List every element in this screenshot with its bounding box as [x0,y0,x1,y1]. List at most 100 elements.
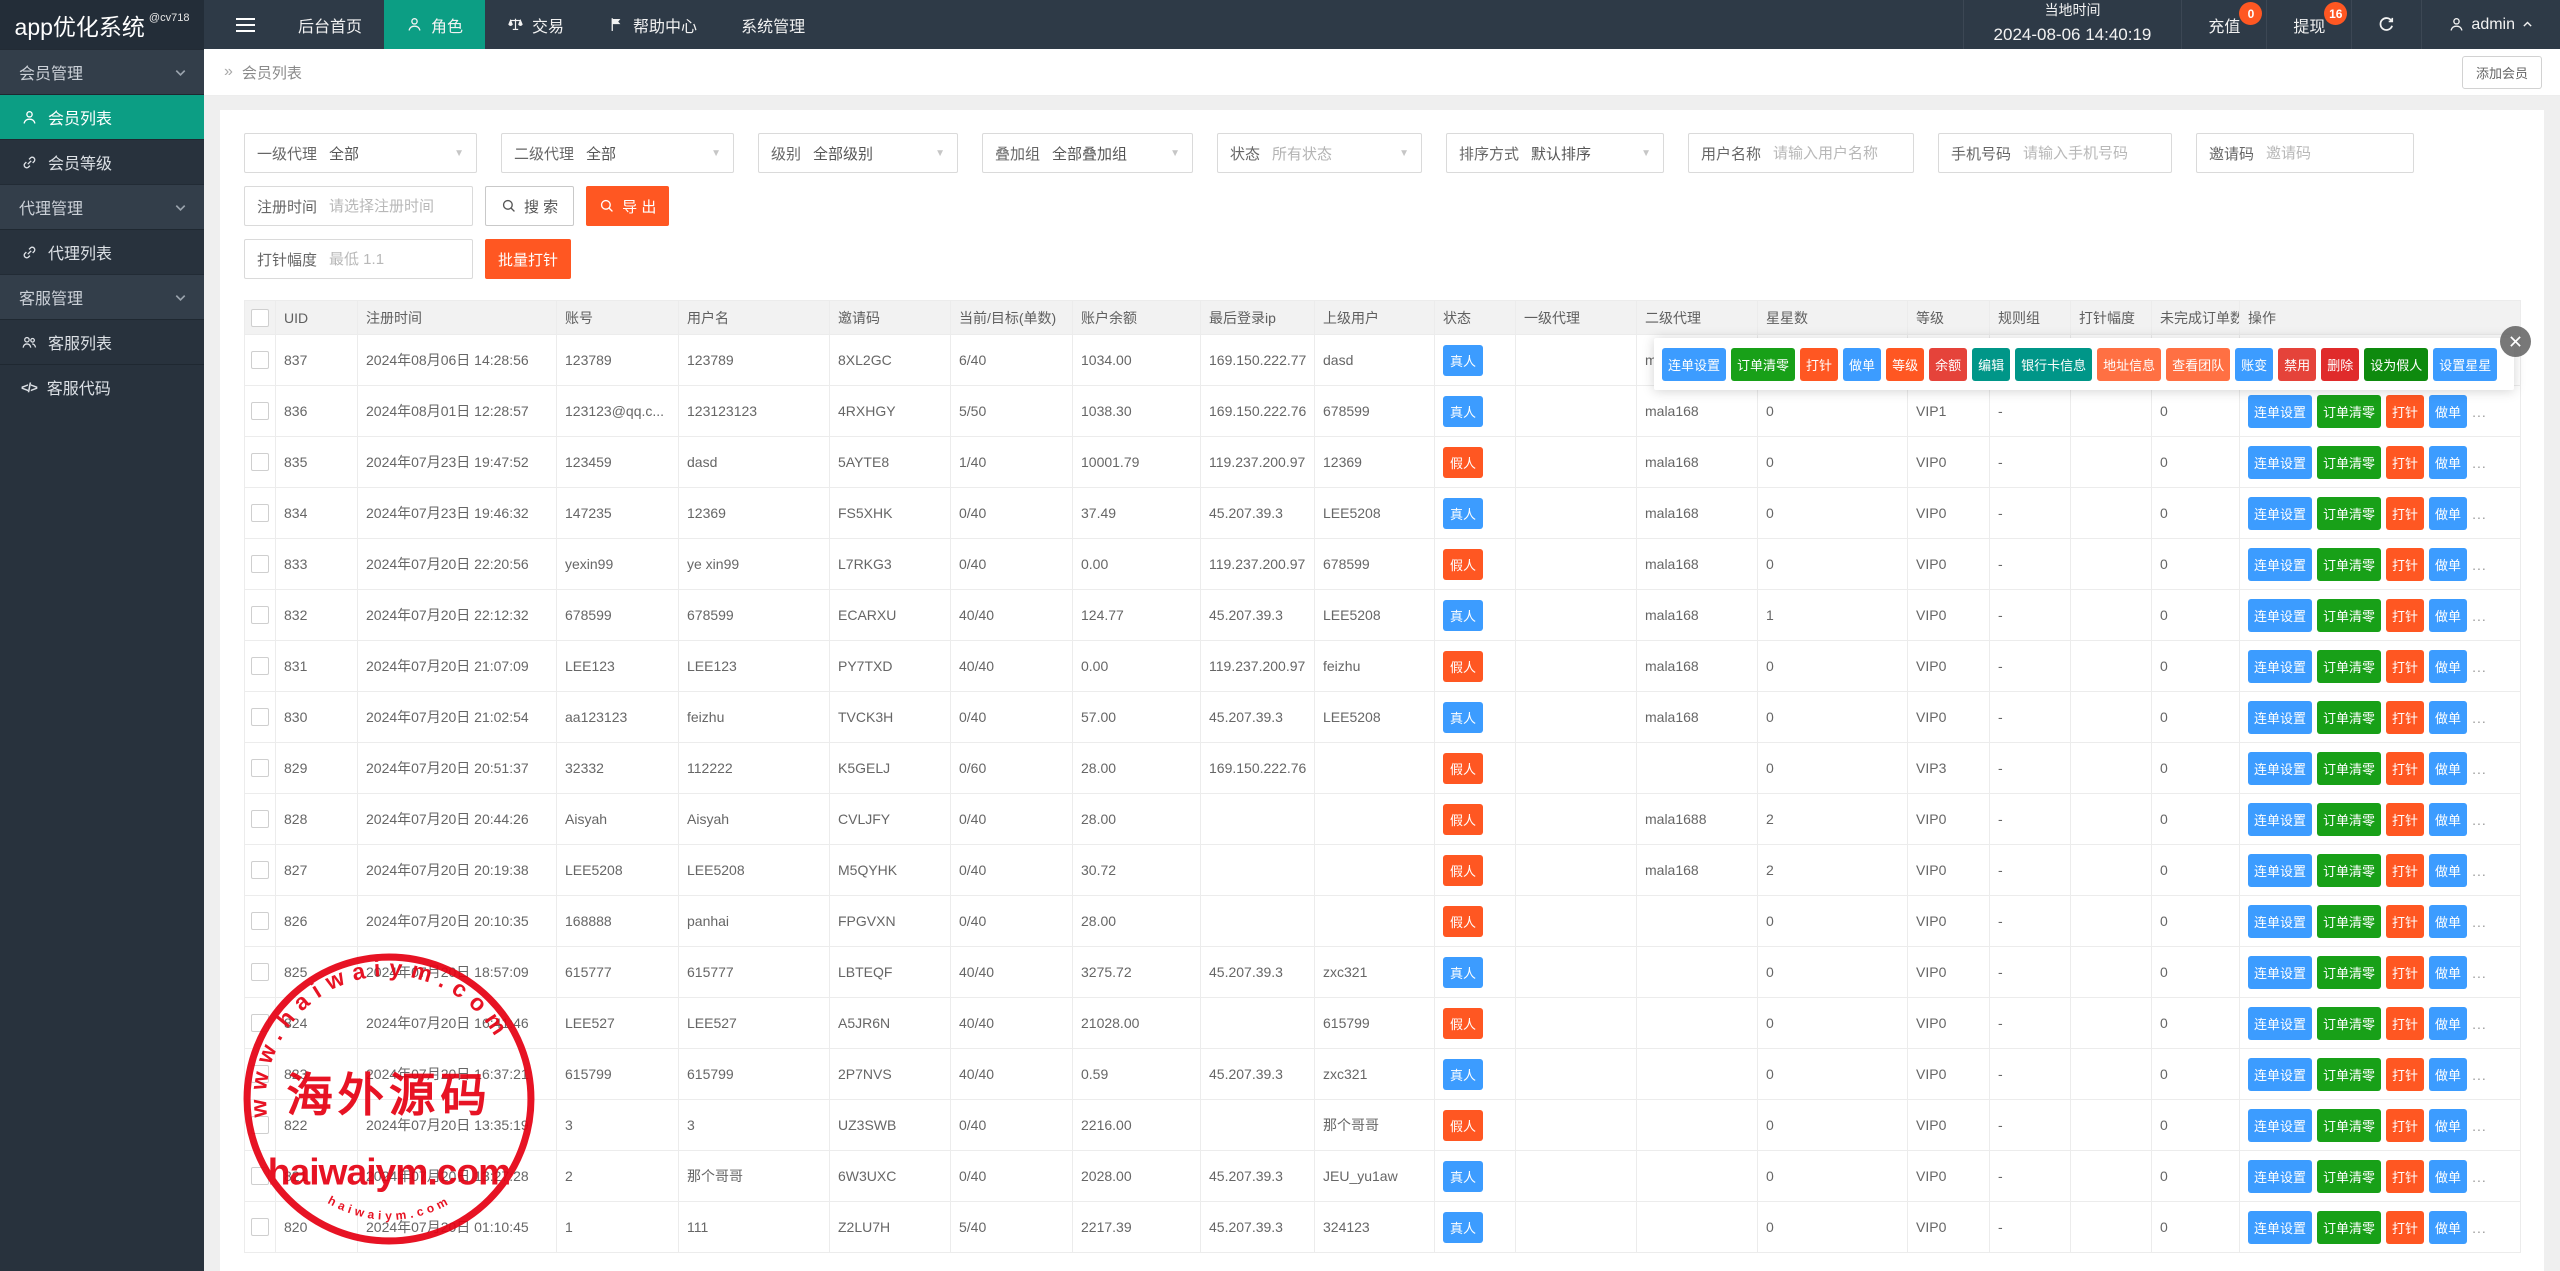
nav-item-home[interactable]: 后台首页 [276,0,384,49]
filter-select-5[interactable]: 状态所有状态▼ [1217,133,1422,173]
more-actions-button[interactable]: ... [2472,812,2487,828]
more-actions-button[interactable]: ... [2472,761,2487,777]
more-actions-button[interactable]: ... [2472,1220,2487,1236]
row-checkbox[interactable] [251,402,269,420]
action-button-4[interactable]: 做单 [2429,1007,2467,1040]
popup-action-button-4[interactable]: 做单 [1843,348,1881,381]
popup-action-button-1[interactable]: 连单设置 [1662,348,1726,381]
action-button-4[interactable]: 做单 [2429,1109,2467,1142]
action-button-4[interactable]: 做单 [2429,1058,2467,1091]
more-actions-button[interactable]: ... [2472,404,2487,420]
menu-toggle-icon[interactable] [220,0,270,49]
nav-item-help[interactable]: 帮助中心 [586,0,719,49]
popup-action-button-3[interactable]: 打针 [1800,348,1838,381]
action-button-1[interactable]: 连单设置 [2248,395,2312,428]
sidebar-group-agents[interactable]: 代理管理 [0,184,204,229]
popup-action-button-10[interactable]: 查看团队 [2166,348,2230,381]
search-button[interactable]: 搜 索 [485,186,574,226]
action-button-3[interactable]: 打针 [2386,446,2424,479]
action-button-1[interactable]: 连单设置 [2248,854,2312,887]
action-button-4[interactable]: 做单 [2429,1211,2467,1244]
action-button-1[interactable]: 连单设置 [2248,497,2312,530]
popup-action-button-12[interactable]: 禁用 [2278,348,2316,381]
action-button-1[interactable]: 连单设置 [2248,548,2312,581]
row-checkbox[interactable] [251,1014,269,1032]
popup-close-button[interactable] [2500,326,2531,357]
row-checkbox[interactable] [251,759,269,777]
popup-action-button-13[interactable]: 删除 [2321,348,2359,381]
row-checkbox[interactable] [251,555,269,573]
popup-action-button-9[interactable]: 地址信息 [2097,348,2161,381]
action-button-2[interactable]: 订单清零 [2317,599,2381,632]
needle-range-input[interactable] [329,251,460,268]
action-button-2[interactable]: 订单清零 [2317,497,2381,530]
popup-action-button-5[interactable]: 等级 [1886,348,1924,381]
row-checkbox[interactable] [251,1218,269,1236]
action-button-3[interactable]: 打针 [2386,752,2424,785]
action-button-4[interactable]: 做单 [2429,497,2467,530]
sidebar-item-service-code[interactable]: </> 客服代码 [0,364,204,409]
nav-item-system[interactable]: 系统管理 [719,0,827,49]
refresh-button[interactable] [2351,0,2421,49]
action-button-2[interactable]: 订单清零 [2317,1058,2381,1091]
action-button-2[interactable]: 订单清零 [2317,1160,2381,1193]
action-button-4[interactable]: 做单 [2429,548,2467,581]
more-actions-button[interactable]: ... [2472,863,2487,879]
export-button[interactable]: 导 出 [586,186,669,226]
filter-select-3[interactable]: 级别全部级别▼ [758,133,958,173]
popup-action-button-11[interactable]: 账变 [2235,348,2273,381]
action-button-2[interactable]: 订单清零 [2317,956,2381,989]
row-checkbox[interactable] [251,453,269,471]
row-checkbox[interactable] [251,708,269,726]
action-button-4[interactable]: 做单 [2429,854,2467,887]
more-actions-button[interactable]: ... [2472,1118,2487,1134]
popup-action-button-6[interactable]: 余额 [1929,348,1967,381]
more-actions-button[interactable]: ... [2472,506,2487,522]
select-all-checkbox[interactable] [251,309,269,327]
action-button-1[interactable]: 连单设置 [2248,956,2312,989]
row-checkbox[interactable] [251,963,269,981]
app-logo[interactable]: app优化系统@cv718 [0,0,204,49]
sidebar-group-members[interactable]: 会员管理 [0,49,204,94]
action-button-1[interactable]: 连单设置 [2248,1007,2312,1040]
filter-select-1[interactable]: 一级代理全部▼ [244,133,477,173]
action-button-4[interactable]: 做单 [2429,956,2467,989]
action-button-3[interactable]: 打针 [2386,956,2424,989]
action-button-4[interactable]: 做单 [2429,650,2467,683]
popup-action-button-7[interactable]: 编辑 [1972,348,2010,381]
needle-range-field[interactable]: 打针幅度 [244,239,473,279]
action-button-1[interactable]: 连单设置 [2248,905,2312,938]
action-button-2[interactable]: 订单清零 [2317,803,2381,836]
more-actions-button[interactable]: ... [2472,1067,2487,1083]
filter-select-4[interactable]: 叠加组全部叠加组▼ [982,133,1193,173]
row-checkbox[interactable] [251,504,269,522]
row-checkbox[interactable] [251,657,269,675]
row-checkbox[interactable] [251,1116,269,1134]
withdraw-link[interactable]: 提现 16 [2266,0,2351,49]
action-button-3[interactable]: 打针 [2386,1007,2424,1040]
recharge-link[interactable]: 充值 0 [2181,0,2266,49]
action-button-4[interactable]: 做单 [2429,395,2467,428]
sidebar-item-service-list[interactable]: 客服列表 [0,319,204,364]
filter-text-input[interactable] [2023,145,2159,162]
action-button-2[interactable]: 订单清零 [2317,854,2381,887]
row-checkbox[interactable] [251,861,269,879]
admin-menu[interactable]: admin [2421,0,2560,49]
action-button-3[interactable]: 打针 [2386,548,2424,581]
action-button-1[interactable]: 连单设置 [2248,752,2312,785]
register-time-picker[interactable]: 注册时间 [244,186,473,226]
action-button-3[interactable]: 打针 [2386,650,2424,683]
action-button-1[interactable]: 连单设置 [2248,701,2312,734]
popup-action-button-8[interactable]: 银行卡信息 [2015,348,2092,381]
row-checkbox[interactable] [251,1065,269,1083]
action-button-2[interactable]: 订单清零 [2317,650,2381,683]
row-checkbox[interactable] [251,912,269,930]
action-button-4[interactable]: 做单 [2429,1160,2467,1193]
register-time-input[interactable] [329,198,460,215]
action-button-2[interactable]: 订单清零 [2317,1007,2381,1040]
filter-text-input[interactable] [1773,145,1901,162]
action-button-3[interactable]: 打针 [2386,905,2424,938]
action-button-3[interactable]: 打针 [2386,1109,2424,1142]
action-button-3[interactable]: 打针 [2386,599,2424,632]
more-actions-button[interactable]: ... [2472,659,2487,675]
